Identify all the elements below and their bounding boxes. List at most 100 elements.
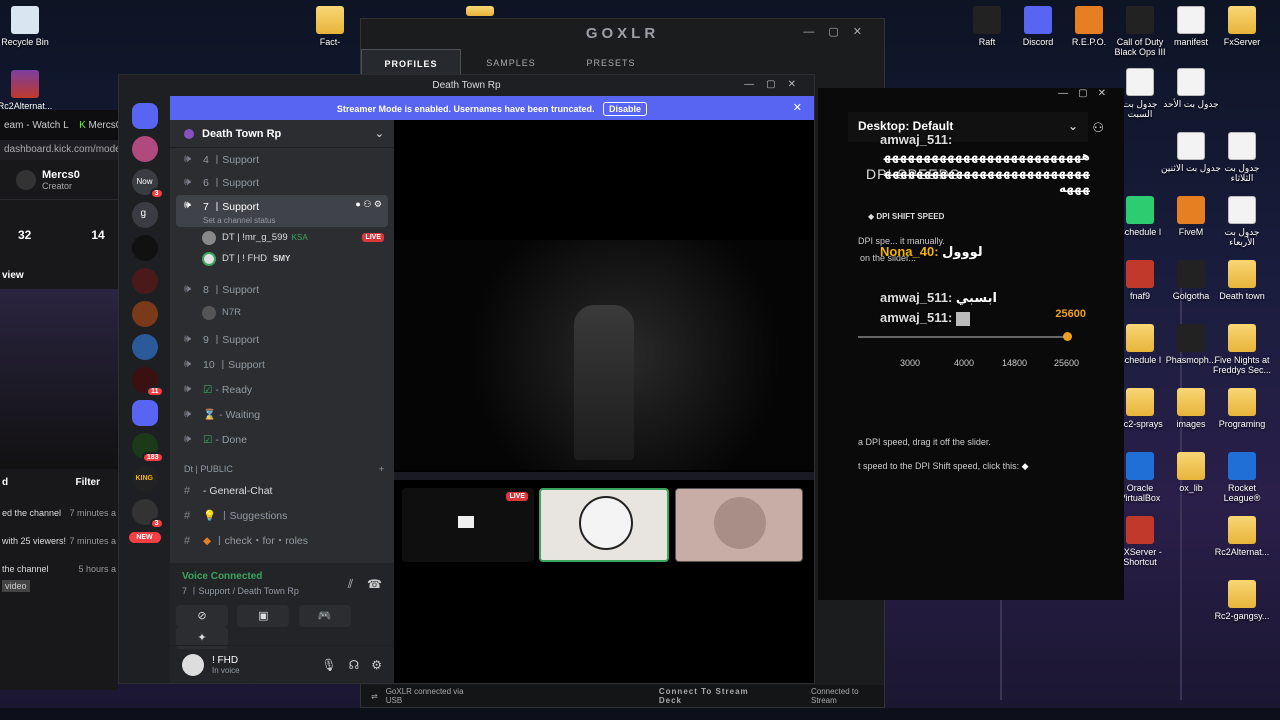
list-item: ed the channel 7 minutes a [2, 508, 116, 518]
server-icon[interactable] [131, 136, 158, 162]
document-icon [1126, 68, 1154, 96]
desktop-icon-fact[interactable]: Fact- [300, 6, 360, 47]
goxlr-statusbar: ⇌ GoXLR connected via USB Connect To Str… [361, 685, 884, 707]
server-icon[interactable] [131, 235, 158, 261]
participant-tile[interactable] [539, 488, 669, 562]
desktop-icon-fnaf2[interactable]: Five Nights at Freddys Sec... [1212, 324, 1272, 375]
desktop-icon-rc2[interactable]: Rc2Alternat... [0, 70, 55, 111]
channel-item[interactable]: 🕪 8 〡Support [170, 277, 394, 302]
speaker-icon: 🕪 [184, 383, 191, 395]
usb-icon: ⇌ [371, 691, 378, 701]
channel-item[interactable]: 🕪 6 〡Support [170, 170, 394, 195]
server-icon[interactable] [131, 400, 158, 426]
chat-header: d Filter [2, 477, 100, 488]
disable-button[interactable]: Disable [603, 102, 648, 116]
desktop-icon-sheet-sun[interactable]: جدول بت الأحد [1161, 68, 1221, 109]
desktop-icon-rc2-gangsy[interactable]: Rc2-gangsy... [1212, 580, 1272, 621]
address-bar[interactable]: dashboard.kick.com/modera [0, 140, 118, 160]
diamond-icon[interactable]: ◆ [1022, 461, 1029, 471]
stream-view[interactable] [394, 240, 814, 470]
tab-samples[interactable]: SAMPLES [461, 49, 561, 75]
tab-presets[interactable]: PRESETS [561, 49, 661, 75]
tab-profiles[interactable]: PROFILES [361, 49, 461, 75]
avatar [202, 230, 216, 245]
browser-tab[interactable]: Mercs0 [89, 120, 118, 131]
server-icon[interactable]: 183 [131, 433, 164, 463]
json-file-icon [1177, 6, 1205, 34]
stream-deck-link[interactable]: Connect To Stream Deck [659, 687, 771, 705]
stream-tile[interactable]: LIVE [402, 488, 534, 562]
window-controls[interactable]: —▢✕ [1058, 88, 1116, 99]
screen-share-button[interactable]: ▣ [237, 605, 290, 627]
chat-line: Nona_40: لووول [880, 244, 983, 259]
discord-home-icon[interactable] [131, 103, 158, 129]
browser-tab[interactable]: eam - Watch L [4, 120, 68, 131]
voice-channel[interactable]: 7 〡Support / Death Town Rp [182, 584, 299, 597]
gear-icon[interactable]: ⚙ [371, 658, 382, 672]
channel-item[interactable]: 🕪 9 〡Support [170, 327, 394, 352]
stream-preview[interactable] [0, 289, 118, 469]
desktop-icon-recycle-bin[interactable]: Recycle Bin [0, 6, 55, 47]
archive-icon [1228, 516, 1256, 544]
voice-user[interactable]: DT | !mr_g_599 KSA LIVE [170, 227, 394, 248]
noise-suppression-icon[interactable]: ⫽ [348, 577, 353, 592]
channel-item[interactable]: # - General-Chat [170, 478, 394, 503]
desktop-icon-death-town[interactable]: Death town [1212, 260, 1272, 301]
participant-tile[interactable] [675, 488, 803, 562]
camera-off-button[interactable]: ⊘ [176, 605, 228, 627]
headphones-icon[interactable]: ☊ [349, 658, 360, 672]
server-icon[interactable]: g [131, 202, 158, 228]
desktop-icon-rocket-league[interactable]: Rocket League® [1212, 452, 1272, 503]
diamond-icon: ◆ [203, 534, 212, 547]
slider-handle[interactable] [1063, 332, 1072, 341]
activity-button[interactable]: 🎮 [298, 605, 351, 627]
channel-item[interactable]: 🕪 ⌛ - Waiting [170, 402, 394, 427]
window-controls[interactable]: —▢✕ [744, 79, 808, 90]
server-icon[interactable]: KING [131, 466, 158, 492]
channel-item[interactable]: # ◆ 〡check・for・roles [170, 528, 394, 553]
desktop-icon-sheet-tue[interactable]: جدول بت الثلاثاء [1212, 132, 1272, 183]
server-icon[interactable] [131, 301, 158, 327]
server-icon[interactable]: 11 [131, 367, 164, 397]
server-icon[interactable]: 3 [131, 499, 164, 529]
channel-actions[interactable]: ● ⚇ ⚙ [355, 199, 382, 210]
category-header[interactable]: Dt | PUBLIC + [170, 452, 394, 474]
desktop-icon-programing[interactable]: Programing [1212, 388, 1272, 429]
disconnect-icon[interactable]: ☎ [367, 577, 382, 591]
channel-item[interactable]: 🕪 ☑ - Done [170, 427, 394, 452]
window-controls[interactable]: —▢✕ [803, 25, 876, 38]
channel-item[interactable]: # 💡 〡Suggestions [170, 503, 394, 528]
server-icon[interactable] [131, 268, 158, 294]
fivem-icon [1177, 196, 1205, 224]
desktop-icon-rc2alt[interactable]: Rc2Alternat... [1212, 516, 1272, 557]
voice-user[interactable]: N7R [170, 302, 394, 323]
channel-item[interactable]: 🕪 10 〡Support [170, 352, 394, 377]
live-badge: LIVE [362, 233, 384, 242]
voice-actions: ⊘ ▣ 🎮 ✦ [170, 605, 394, 649]
dpi-slider[interactable] [858, 332, 1072, 341]
filter-button[interactable]: Filter [76, 477, 100, 488]
folder-icon [1228, 580, 1256, 608]
voice-user[interactable]: DT | ! FHD SMY [170, 248, 394, 269]
server-icon[interactable]: Now 3 [131, 169, 164, 199]
channel-item-active[interactable]: 🕪 7 〡Support Set a channel status ● ⚇ ⚙ [176, 195, 388, 227]
channel-status[interactable]: Set a channel status [203, 216, 276, 225]
channel-item[interactable]: 🕪 4 〡Support [170, 148, 394, 170]
microphone-icon[interactable]: 🎙 [321, 658, 336, 672]
avatar [202, 305, 216, 320]
server-header[interactable]: Death Town Rp ⌄ [170, 120, 394, 148]
close-icon[interactable]: ✕ [793, 101, 802, 114]
channel-item[interactable]: 🕪 ☑ - Ready [170, 377, 394, 402]
user-icon[interactable]: ⚇ [1092, 120, 1104, 136]
desktop-icon-fxserver[interactable]: FxServer [1212, 6, 1272, 47]
desktop-icon-sheet-wed[interactable]: جدول بت الأربعاء [1212, 196, 1272, 247]
golgotha-icon [1177, 260, 1205, 288]
fxserver-icon [1126, 516, 1154, 544]
folder-icon [1177, 388, 1205, 416]
avatar[interactable] [182, 653, 204, 676]
add-channel-icon[interactable]: + [379, 464, 384, 474]
check-icon: ☑ [203, 383, 213, 396]
folder-icon [1228, 260, 1256, 288]
hash-icon: # [184, 484, 191, 497]
server-icon[interactable] [131, 334, 158, 360]
